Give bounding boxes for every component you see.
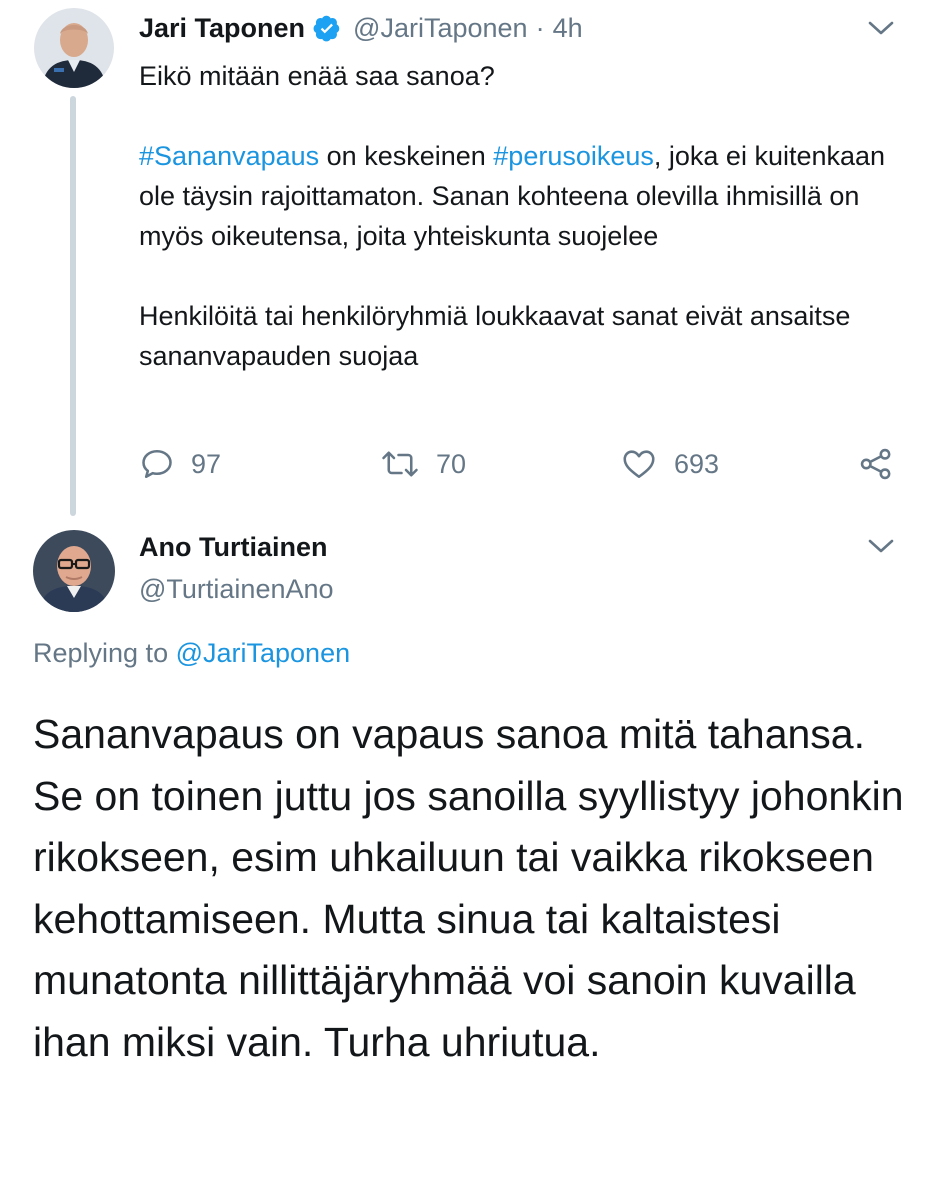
reply-count: 97 [191, 448, 222, 479]
author-name[interactable]: Ano Turtiainen [139, 532, 328, 563]
share-button[interactable] [858, 446, 910, 482]
avatar-ano-turtiainen[interactable] [33, 530, 115, 612]
tweet-actions-bar: 97 70 693 [0, 446, 929, 486]
author-handle[interactable]: @TurtiainenAno [139, 574, 334, 605]
reply-tweet-text: Sananvapaus on vapaus sanoa mitä tahansa… [33, 711, 904, 1065]
retweet-button[interactable]: 70 [380, 446, 466, 482]
retweet-count: 70 [436, 448, 467, 479]
hashtag-perusoikeus[interactable]: #perusoikeus [493, 141, 654, 171]
tweet-text-segment: on keskeinen [319, 141, 494, 171]
like-count: 693 [674, 448, 720, 479]
avatar-jari-taponen[interactable] [34, 8, 114, 88]
replying-prefix: Replying to [33, 638, 176, 668]
reply-button[interactable]: 97 [139, 446, 221, 482]
like-button[interactable]: 693 [620, 446, 719, 482]
tweet-line-question: Eikö mitään enää saa sanoa? [139, 61, 495, 91]
reply-mention-link[interactable]: @JariTaponen [176, 638, 351, 668]
replying-to-label: Replying to @JariTaponen [33, 638, 350, 669]
tweet-paragraph-2: #Sananvapaus on keskeinen #perusoikeus, … [139, 136, 909, 256]
heart-icon [623, 450, 655, 479]
reply-icon [142, 449, 172, 479]
tweet-paragraph-3: Henkilöitä tai henkilöryhmiä loukkaavat … [139, 301, 851, 371]
chevron-down-icon[interactable] [866, 536, 896, 556]
hashtag-sananvapaus[interactable]: #Sananvapaus [139, 141, 319, 171]
author-name[interactable]: Jari Taponen [139, 13, 305, 44]
separator-dot: · [535, 12, 545, 43]
chevron-down-icon[interactable] [866, 18, 896, 38]
tweet-text: Eikö mitään enää saa sanoa? #Sananvapaus… [139, 56, 909, 376]
author-handle[interactable]: @JariTaponen [353, 13, 528, 44]
verified-badge-icon [313, 15, 340, 42]
retweet-icon [382, 451, 418, 477]
share-icon [860, 448, 891, 480]
tweet-timestamp[interactable]: 4h [553, 13, 583, 44]
